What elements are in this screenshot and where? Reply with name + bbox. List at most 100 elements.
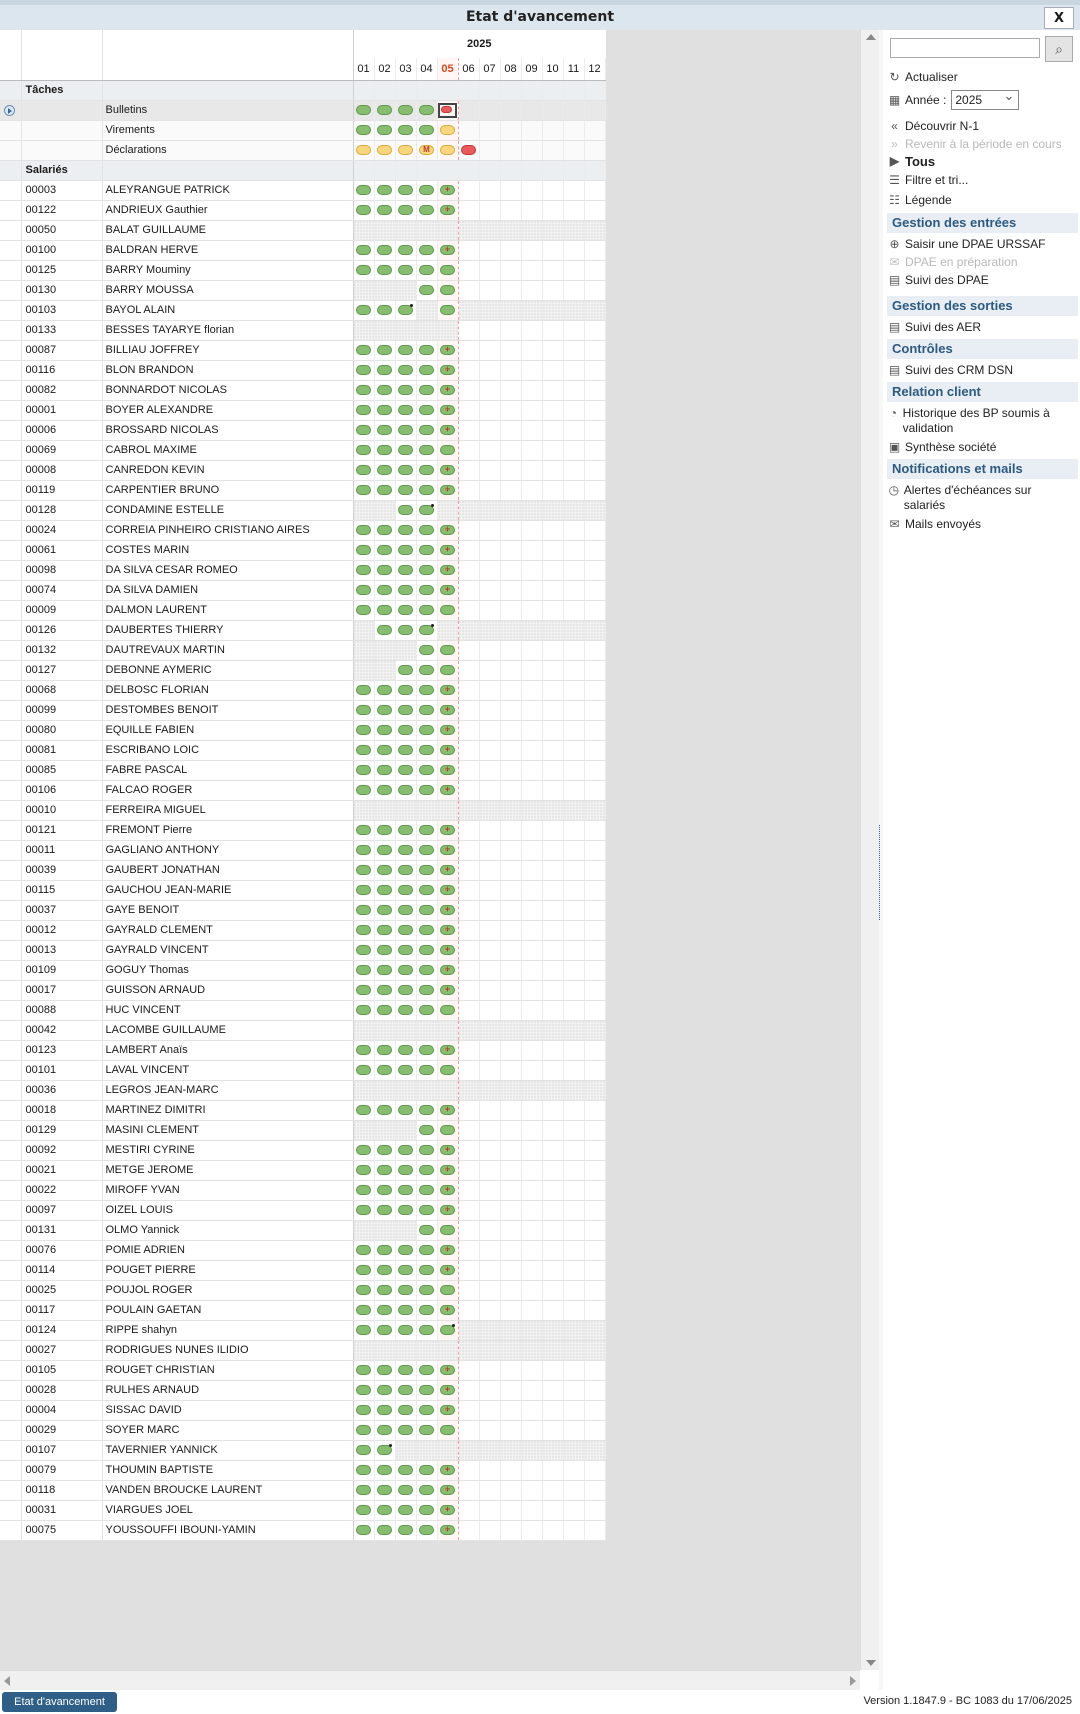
status-pill[interactable] bbox=[419, 725, 434, 736]
employee-row[interactable]: 00123 LAMBERT Anaïs bbox=[0, 1040, 606, 1061]
status-pill-exit[interactable] bbox=[377, 1444, 392, 1456]
month-cell-01[interactable] bbox=[353, 780, 375, 801]
status-pill[interactable] bbox=[419, 945, 434, 956]
status-pill[interactable] bbox=[398, 585, 413, 596]
month-cell-02[interactable] bbox=[374, 580, 396, 601]
employee-row[interactable]: 00100 BALDRAN HERVE bbox=[0, 240, 606, 261]
month-cell-01[interactable] bbox=[353, 180, 375, 201]
status-pill[interactable] bbox=[377, 825, 392, 836]
month-cell-03[interactable] bbox=[395, 620, 417, 641]
month-cell-02[interactable] bbox=[374, 940, 396, 961]
status-pill[interactable] bbox=[356, 585, 371, 596]
status-pill-add[interactable] bbox=[440, 1385, 455, 1396]
task-row[interactable]: Virements bbox=[0, 120, 606, 141]
month-cell-05[interactable] bbox=[436, 700, 459, 721]
status-pill[interactable] bbox=[419, 785, 434, 796]
employee-row[interactable]: 00121 FREMONT Pierre bbox=[0, 820, 606, 841]
status-pill[interactable] bbox=[377, 185, 392, 196]
status-pill-add[interactable] bbox=[440, 965, 455, 976]
status-pill[interactable] bbox=[377, 205, 392, 216]
month-cell-03[interactable] bbox=[395, 920, 417, 941]
month-cell-02[interactable] bbox=[374, 840, 396, 861]
status-pill[interactable] bbox=[419, 405, 434, 416]
month-cell-01[interactable] bbox=[353, 1380, 375, 1401]
month-cell-05[interactable] bbox=[436, 1320, 459, 1341]
month-cell-04[interactable] bbox=[416, 1200, 438, 1221]
month-cell-03[interactable] bbox=[395, 520, 417, 541]
status-pill[interactable] bbox=[419, 125, 434, 136]
status-pill[interactable] bbox=[356, 945, 371, 956]
month-cell-02[interactable] bbox=[374, 1380, 396, 1401]
month-cell-05[interactable] bbox=[436, 640, 459, 661]
employee-row[interactable]: 00133 BESSES TAYARYE florian bbox=[0, 320, 606, 341]
month-cell-05[interactable] bbox=[436, 460, 459, 481]
status-pill[interactable] bbox=[356, 125, 371, 136]
status-pill[interactable] bbox=[356, 445, 371, 456]
month-cell-03[interactable] bbox=[395, 1140, 417, 1161]
month-cell-04[interactable] bbox=[416, 1380, 438, 1401]
status-pill[interactable] bbox=[377, 705, 392, 716]
status-pill[interactable] bbox=[377, 1245, 392, 1256]
month-cell-05[interactable] bbox=[436, 780, 459, 801]
month-cell-01[interactable] bbox=[353, 880, 375, 901]
month-cell-02[interactable] bbox=[374, 1160, 396, 1181]
month-cell-03[interactable] bbox=[395, 940, 417, 961]
month-cell-02[interactable] bbox=[374, 1200, 396, 1221]
status-pill[interactable] bbox=[419, 105, 434, 116]
employee-row[interactable]: 00127 DEBONNE AYMERIC bbox=[0, 660, 606, 681]
month-cell-02[interactable] bbox=[374, 980, 396, 1001]
status-pill[interactable] bbox=[356, 725, 371, 736]
month-cell-01[interactable] bbox=[353, 1520, 375, 1541]
employee-row[interactable]: 00125 BARRY Mouminy bbox=[0, 260, 606, 281]
status-pill[interactable] bbox=[419, 705, 434, 716]
status-pill[interactable] bbox=[419, 545, 434, 556]
employee-row[interactable]: 00101 LAVAL VINCENT bbox=[0, 1060, 606, 1081]
status-pill[interactable] bbox=[398, 845, 413, 856]
month-cell-02[interactable] bbox=[374, 600, 396, 621]
month-cell-05[interactable] bbox=[436, 420, 459, 441]
month-cell-05[interactable] bbox=[436, 680, 459, 701]
month-cell-05[interactable] bbox=[436, 660, 459, 681]
status-pill[interactable] bbox=[440, 1425, 455, 1436]
month-cell-03[interactable] bbox=[395, 420, 417, 441]
month-cell-05[interactable] bbox=[436, 280, 459, 301]
status-pill[interactable] bbox=[377, 945, 392, 956]
month-cell-02[interactable] bbox=[374, 1480, 396, 1501]
status-pill[interactable] bbox=[356, 745, 371, 756]
status-pill-add[interactable] bbox=[440, 925, 455, 936]
employee-row[interactable]: 00021 METGE JEROME bbox=[0, 1160, 606, 1181]
month-cell-02[interactable] bbox=[374, 1440, 396, 1461]
month-cell-01[interactable] bbox=[353, 960, 375, 981]
status-pill[interactable] bbox=[440, 445, 455, 456]
status-pill[interactable] bbox=[356, 1325, 371, 1336]
month-cell-05[interactable] bbox=[436, 1400, 459, 1421]
month-cell-04[interactable] bbox=[416, 480, 438, 501]
status-pill[interactable] bbox=[377, 1465, 392, 1476]
status-pill-exit[interactable] bbox=[440, 1324, 455, 1336]
employee-row[interactable]: 00122 ANDRIEUX Gauthier bbox=[0, 200, 606, 221]
month-cell-03[interactable] bbox=[395, 1360, 417, 1381]
status-pill[interactable] bbox=[419, 1305, 434, 1316]
status-pill[interactable] bbox=[398, 1205, 413, 1216]
month-cell-01[interactable] bbox=[353, 1460, 375, 1481]
status-pill[interactable] bbox=[419, 1265, 434, 1276]
status-pill[interactable] bbox=[398, 1245, 413, 1256]
month-cell-02[interactable] bbox=[374, 400, 396, 421]
status-pill[interactable] bbox=[356, 785, 371, 796]
month-cell-02[interactable] bbox=[374, 760, 396, 781]
status-pill[interactable] bbox=[377, 1405, 392, 1416]
employee-row[interactable]: 00128 CONDAMINE ESTELLE bbox=[0, 500, 606, 521]
employee-row[interactable]: 00115 GAUCHOU JEAN-MARIE bbox=[0, 880, 606, 901]
status-pill[interactable] bbox=[377, 765, 392, 776]
status-pill[interactable] bbox=[356, 825, 371, 836]
month-header-03[interactable]: 03 bbox=[395, 58, 417, 81]
status-pill[interactable] bbox=[356, 305, 371, 316]
status-pill-add[interactable] bbox=[440, 685, 455, 696]
status-pill[interactable] bbox=[356, 465, 371, 476]
month-cell-03[interactable] bbox=[395, 120, 417, 141]
status-pill[interactable] bbox=[398, 925, 413, 936]
status-pill-add[interactable] bbox=[440, 545, 455, 556]
employee-row[interactable]: 00099 DESTOMBES BENOIT bbox=[0, 700, 606, 721]
status-pill-add[interactable] bbox=[440, 405, 455, 416]
employee-row[interactable]: 00080 EQUILLE FABIEN bbox=[0, 720, 606, 741]
